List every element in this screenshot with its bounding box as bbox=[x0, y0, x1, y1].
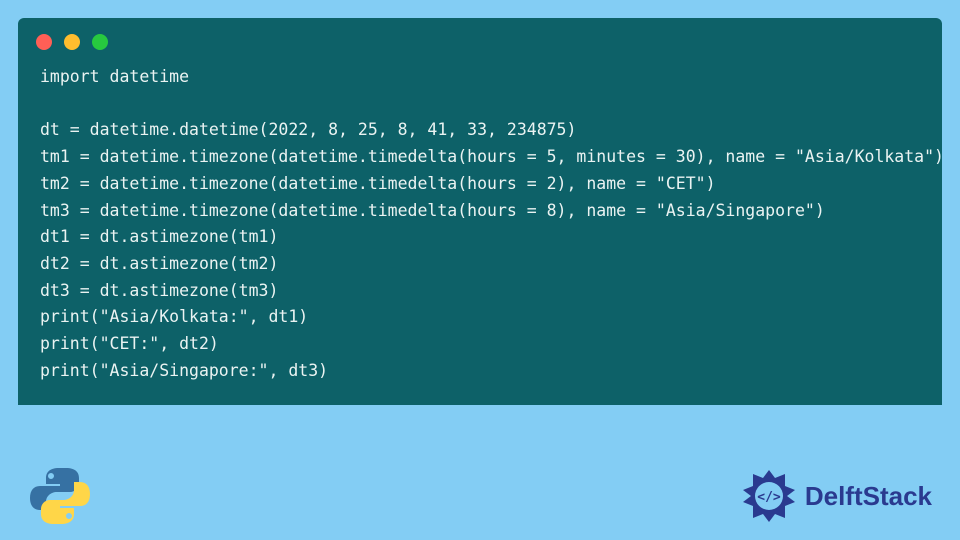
close-icon bbox=[36, 34, 52, 50]
python-icon bbox=[28, 464, 92, 528]
code-window: import datetime dt = datetime.datetime(2… bbox=[18, 18, 942, 405]
brand-label: DelftStack bbox=[805, 481, 932, 512]
maximize-icon bbox=[92, 34, 108, 50]
footer: </> DelftStack bbox=[0, 452, 960, 540]
svg-text:</>: </> bbox=[757, 490, 781, 505]
code-block: import datetime dt = datetime.datetime(2… bbox=[18, 60, 942, 391]
window-titlebar bbox=[18, 18, 942, 60]
brand: </> DelftStack bbox=[741, 468, 932, 524]
minimize-icon bbox=[64, 34, 80, 50]
brand-badge-icon: </> bbox=[741, 468, 797, 524]
